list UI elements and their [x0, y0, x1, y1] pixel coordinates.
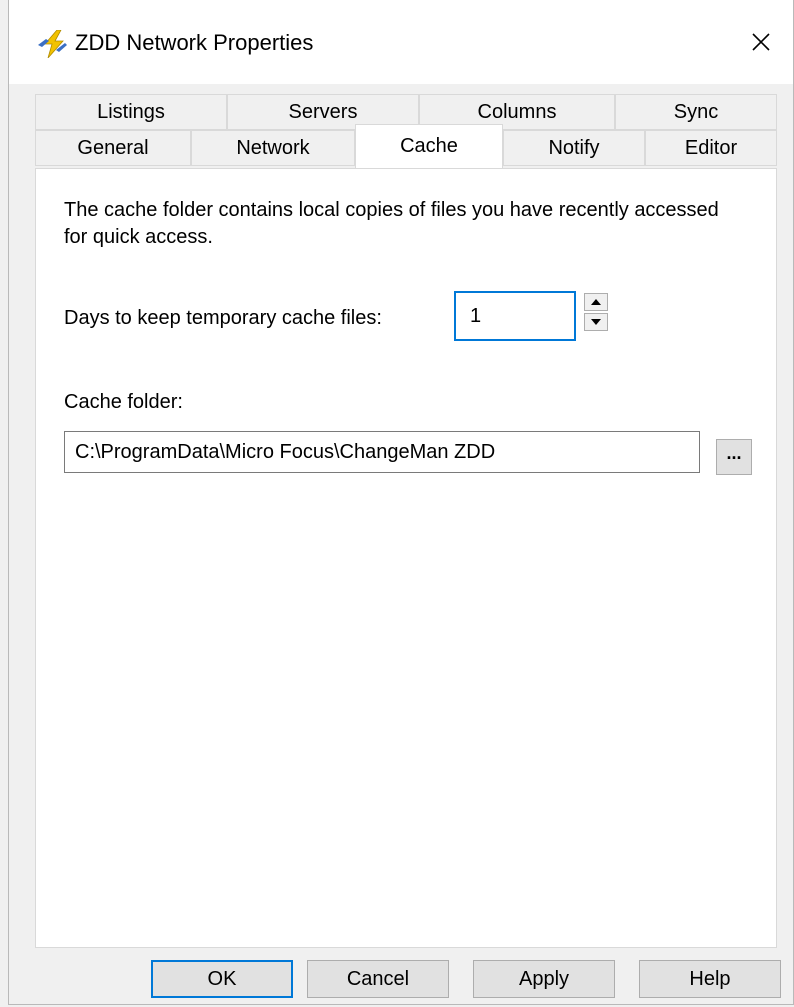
tab-cache[interactable]: Cache	[355, 124, 503, 168]
title-bar: ZDD Network Properties	[9, 0, 793, 84]
properties-dialog: ZDD Network Properties Listings Servers …	[8, 0, 794, 1005]
tab-notify[interactable]: Notify	[503, 130, 645, 166]
cancel-button[interactable]: Cancel	[307, 960, 449, 998]
cache-folder-field[interactable]	[64, 431, 700, 473]
window-title: ZDD Network Properties	[75, 30, 314, 55]
days-input[interactable]	[454, 291, 576, 341]
spin-down-button[interactable]	[584, 313, 608, 331]
arrow-up-icon	[591, 299, 601, 305]
tab-sync[interactable]: Sync	[615, 94, 777, 130]
close-button[interactable]	[737, 20, 785, 64]
cache-folder-label: Cache folder:	[64, 391, 183, 413]
close-icon	[752, 33, 770, 51]
tab-general[interactable]: General	[35, 130, 191, 166]
cache-tab-panel: The cache folder contains local copies o…	[35, 168, 777, 948]
tab-listings[interactable]: Listings	[35, 94, 227, 130]
help-button[interactable]: Help	[639, 960, 781, 998]
lightning-bolt-icon	[37, 29, 69, 59]
tab-network[interactable]: Network	[191, 130, 355, 166]
tab-editor[interactable]: Editor	[645, 130, 777, 166]
ok-button[interactable]: OK	[151, 960, 293, 998]
apply-button[interactable]: Apply	[473, 960, 615, 998]
days-label: Days to keep temporary cache files:	[64, 307, 382, 329]
arrow-down-icon	[591, 319, 601, 325]
cache-description: The cache folder contains local copies o…	[64, 199, 719, 248]
browse-button[interactable]: ...	[716, 439, 752, 475]
spin-up-button[interactable]	[584, 293, 608, 311]
